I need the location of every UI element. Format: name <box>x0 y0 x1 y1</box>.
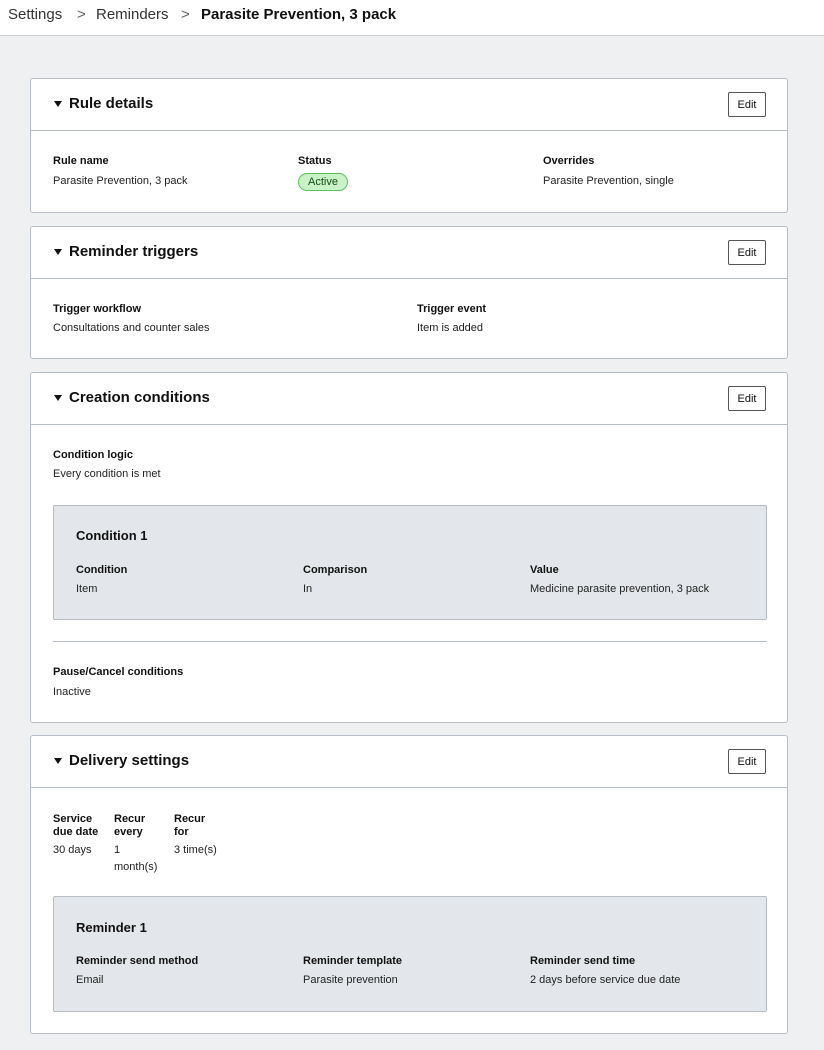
breadcrumb: Settings > Reminders > Parasite Preventi… <box>0 0 824 36</box>
reminder-send-time-label: Reminder send time <box>530 955 636 967</box>
rule-name-label: Rule name <box>53 155 109 167</box>
collapse-caret-icon[interactable] <box>54 249 62 255</box>
pause-cancel-label: Pause/Cancel conditions <box>53 666 184 678</box>
delivery-settings-edit-button[interactable]: Edit <box>728 749 766 774</box>
breadcrumb-separator: > <box>181 6 190 23</box>
delivery-settings-card: Delivery settings Edit Service due date … <box>30 735 788 1034</box>
recur-every-label-line2: every <box>114 826 143 838</box>
condition-box: Condition 1 Condition Item Comparison In… <box>53 505 767 620</box>
reminder-box: Reminder 1 Reminder send method Email Re… <box>53 896 767 1012</box>
reminder-triggers-edit-button[interactable]: Edit <box>728 240 766 265</box>
rule-name-value: Parasite Prevention, 3 pack <box>53 175 188 187</box>
reminder-send-method-label: Reminder send method <box>76 955 199 967</box>
reminder-send-method-value: Email <box>76 974 104 986</box>
condition-logic-value: Every condition is met <box>53 468 161 480</box>
trigger-event-label: Trigger event <box>417 303 487 315</box>
reminder-triggers-card: Reminder triggers Edit Trigger workflow … <box>30 226 788 359</box>
collapse-caret-icon[interactable] <box>54 395 62 401</box>
creation-conditions-edit-button[interactable]: Edit <box>728 386 766 411</box>
reminder-template-label: Reminder template <box>303 955 403 967</box>
condition-title: Condition 1 <box>76 528 148 543</box>
condition-label: Condition <box>76 564 128 576</box>
service-due-date-label-line2: due date <box>53 826 99 838</box>
condition-logic-label: Condition logic <box>53 449 134 461</box>
collapse-caret-icon[interactable] <box>54 758 62 764</box>
recur-every-label-line1: Recur <box>114 813 146 825</box>
comparison-label: Comparison <box>303 564 368 576</box>
overrides-label: Overrides <box>543 155 595 167</box>
rule-details-edit-button[interactable]: Edit <box>728 92 766 117</box>
trigger-workflow-label: Trigger workflow <box>53 303 142 315</box>
breadcrumb-settings-link[interactable]: Settings <box>8 6 62 23</box>
status-badge: Active <box>298 173 348 191</box>
collapse-caret-icon[interactable] <box>54 101 62 107</box>
breadcrumb-reminders-link[interactable]: Reminders <box>96 6 169 23</box>
condition-value: Item <box>76 583 98 595</box>
reminder-send-time-value: 2 days before service due date <box>530 974 681 986</box>
creation-conditions-title: Creation conditions <box>69 389 210 406</box>
delivery-settings-header[interactable]: Delivery settings Edit <box>31 736 787 788</box>
recur-every-value-line2: month(s) <box>114 861 158 873</box>
recur-for-label-line1: Recur <box>174 813 206 825</box>
trigger-event-value: Item is added <box>417 322 484 334</box>
service-due-date-value: 30 days <box>53 844 92 856</box>
status-label: Status <box>298 155 332 167</box>
rule-details-title: Rule details <box>69 95 154 112</box>
overrides-value: Parasite Prevention, single <box>543 175 674 187</box>
recur-for-value: 3 time(s) <box>174 844 217 856</box>
value-label: Value <box>530 564 559 576</box>
reminder-title: Reminder 1 <box>76 920 147 935</box>
reminder-template-value: Parasite prevention <box>303 974 398 986</box>
service-due-date-label-line1: Service <box>53 813 93 825</box>
recur-every-value-line1: 1 <box>114 844 121 856</box>
reminder-triggers-title: Reminder triggers <box>69 243 199 260</box>
recur-for-label-line2: for <box>174 826 189 838</box>
trigger-workflow-value: Consultations and counter sales <box>53 322 210 334</box>
creation-conditions-card: Creation conditions Edit Condition logic… <box>30 372 788 723</box>
section-divider <box>53 641 767 642</box>
reminder-triggers-header[interactable]: Reminder triggers Edit <box>31 227 787 279</box>
breadcrumb-current: Parasite Prevention, 3 pack <box>201 6 397 23</box>
breadcrumb-separator: > <box>77 6 86 23</box>
comparison-value: In <box>303 583 313 595</box>
value-value: Medicine parasite prevention, 3 pack <box>530 583 710 595</box>
rule-details-card: Rule details Edit Rule name Parasite Pre… <box>30 78 788 213</box>
pause-cancel-value: Inactive <box>53 686 91 698</box>
rule-details-header[interactable]: Rule details Edit <box>31 79 787 131</box>
delivery-settings-title: Delivery settings <box>69 752 190 769</box>
creation-conditions-header[interactable]: Creation conditions Edit <box>31 373 787 425</box>
